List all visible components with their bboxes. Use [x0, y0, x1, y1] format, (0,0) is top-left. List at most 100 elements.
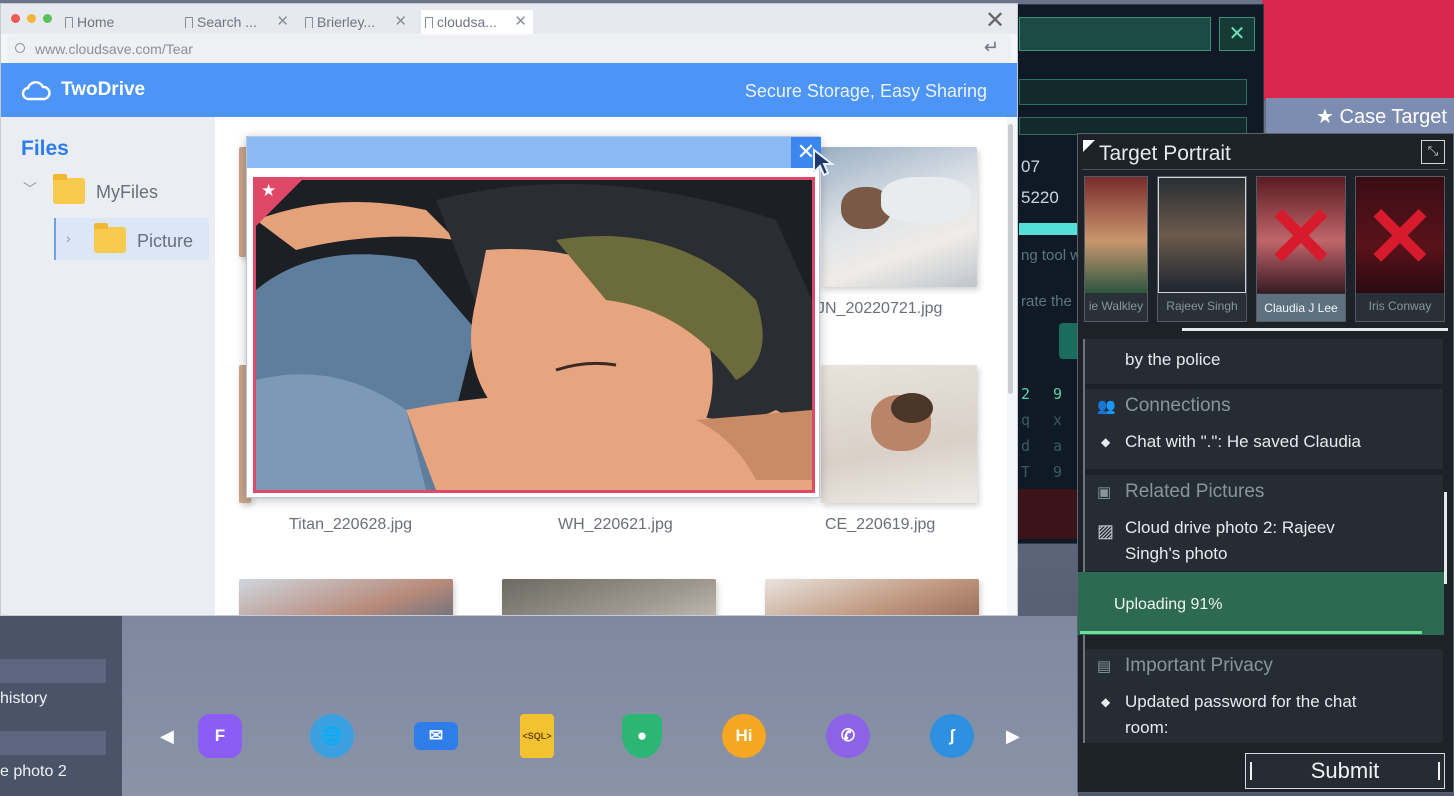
portrait-name: Iris Conway — [1368, 299, 1432, 313]
bullet-icon: ◆ — [1101, 435, 1111, 449]
hacker-input-bar[interactable] — [1019, 17, 1211, 51]
sql-file-icon[interactable]: <SQL> — [520, 714, 554, 758]
tab-cloudsave[interactable]: cloudsa... ✕ — [421, 10, 533, 34]
corner-marker-icon — [1083, 140, 1095, 152]
tab-bar: Home Search ... ✕ Brierley... ✕ cloudsa.… — [1, 4, 1017, 34]
minimize-dot-icon[interactable] — [27, 14, 36, 23]
file-caption[interactable]: JN_20220721.jpg — [817, 300, 942, 318]
enter-icon[interactable]: ↵ — [984, 37, 999, 58]
detail-item[interactable]: Singh's photo — [1125, 541, 1228, 567]
image-thumbnail[interactable] — [765, 579, 979, 615]
close-dot-icon[interactable] — [11, 14, 20, 23]
target-portrait-panel: Target Portrait ⤡ ie Walkley Rajeev Sing… — [1077, 133, 1454, 793]
globe-icon[interactable]: 🌐 — [310, 714, 354, 758]
left-panel-item[interactable]: e photo 2 — [0, 763, 67, 781]
window-close-icon[interactable]: ✕ — [985, 6, 1005, 35]
dock-left-arrow-icon[interactable]: ◀ — [160, 726, 174, 747]
portrait-image — [1085, 177, 1147, 293]
file-caption[interactable]: WH_220621.jpg — [558, 516, 673, 534]
chat-app-icon[interactable]: F — [198, 714, 242, 758]
files-title: Files — [21, 137, 69, 160]
image-thumbnail[interactable] — [821, 365, 977, 503]
upload-status: Uploading 91% — [1078, 572, 1444, 635]
tab-brierley[interactable]: Brierley... ✕ — [305, 10, 413, 34]
list-scrollbar[interactable] — [1444, 492, 1447, 584]
app-brand: TwoDrive — [61, 79, 146, 100]
police-section: by the police — [1085, 339, 1443, 384]
tab-home[interactable]: Home — [65, 10, 173, 34]
address-bar[interactable]: www.cloudsave.com/Tear ↵ — [7, 35, 1011, 63]
image-thumbnail[interactable] — [502, 579, 716, 615]
left-panel: history e photo 2 — [0, 616, 122, 796]
privacy-header: Important Privacy — [1125, 655, 1273, 676]
folder-myfiles[interactable]: MyFiles — [96, 182, 158, 203]
portrait-image — [1158, 177, 1246, 293]
tab-label: Search ... — [197, 14, 257, 30]
maximize-dot-icon[interactable] — [43, 14, 52, 23]
case-target-button[interactable]: ★ Case Target — [1316, 104, 1447, 129]
bookmark-icon — [425, 17, 433, 28]
portrait-card[interactable]: ✕ Claudia J Lee — [1256, 176, 1346, 322]
image-thumbnail[interactable] — [239, 579, 453, 615]
background-panel-pink — [1262, 0, 1454, 100]
hook-icon[interactable]: ʃ — [930, 714, 974, 758]
image-thumbnail[interactable] — [821, 147, 977, 287]
upload-progress-bar — [1080, 631, 1422, 634]
related-pictures-section: ▣ Related Pictures ▨ Cloud drive photo 2… — [1085, 475, 1443, 571]
bookmark-icon — [65, 17, 73, 28]
cloud-icon — [21, 81, 51, 101]
keypad-row: 2 9 — [1021, 385, 1070, 403]
thumbnail-figure — [881, 177, 971, 223]
portrait-scroll-indicator — [1182, 328, 1448, 331]
people-icon: 👥 — [1097, 398, 1116, 415]
photo-icon: ▨ — [1097, 521, 1115, 541]
keypad-row: q x — [1021, 411, 1070, 429]
hacker-close-button[interactable]: ✕ — [1219, 17, 1255, 51]
detail-item[interactable]: room: — [1125, 715, 1168, 741]
image-viewer: ✕ ★ — [246, 136, 821, 498]
bookmark-icon — [185, 17, 193, 28]
file-caption[interactable]: Titan_220628.jpg — [289, 516, 412, 534]
crossed-out-icon: ✕ — [1265, 190, 1337, 284]
image-icon: ▣ — [1097, 484, 1112, 501]
tab-label: Brierley... — [317, 14, 376, 30]
thumbnail-figure — [891, 393, 933, 423]
hacker-text-1: ng tool w — [1021, 247, 1082, 264]
keypad-row: T 9 — [1021, 463, 1070, 481]
chevron-right-icon[interactable]: › — [66, 230, 71, 246]
tab-label: Home — [77, 14, 115, 30]
tab-close-icon[interactable]: ✕ — [514, 10, 527, 34]
tab-label: cloudsa... — [437, 14, 497, 30]
hi-chat-icon[interactable]: Hi — [722, 714, 766, 758]
phone-icon[interactable]: ✆ — [826, 714, 870, 758]
star-icon[interactable]: ★ — [261, 181, 276, 201]
portrait-name: Claudia J Lee — [1257, 294, 1345, 321]
case-target-label: Case Target — [1339, 106, 1447, 128]
portrait-card[interactable]: Rajeev Singh — [1157, 176, 1247, 322]
tab-close-icon[interactable]: ✕ — [394, 10, 407, 34]
tab-close-icon[interactable]: ✕ — [276, 10, 289, 34]
hacker-number-2: 5220 — [1021, 188, 1059, 207]
file-caption[interactable]: CE_220619.jpg — [825, 516, 935, 534]
app-dock: ◀ F 🌐 ✉ <SQL> ● Hi ✆ ʃ ▶ — [122, 616, 1078, 796]
portrait-card[interactable]: ✕ Iris Conway — [1355, 176, 1445, 322]
url-text[interactable]: www.cloudsave.com/Tear — [35, 41, 193, 57]
shield-icon[interactable]: ● — [622, 714, 662, 758]
case-details-list: by the police 👥 Connections ◆ Chat with … — [1083, 339, 1443, 743]
submit-button[interactable]: Submit — [1245, 753, 1445, 789]
left-panel-item[interactable]: history — [0, 690, 47, 708]
star-icon: ★ — [1316, 106, 1334, 128]
dock-right-arrow-icon[interactable]: ▶ — [1006, 726, 1020, 747]
detail-item[interactable]: Cloud drive photo 2: Rajeev — [1125, 515, 1335, 541]
mouse-cursor-icon — [813, 148, 835, 177]
chevron-down-icon[interactable]: ﹀ — [23, 179, 37, 199]
portrait-card[interactable]: ie Walkley — [1084, 176, 1148, 322]
detail-item[interactable]: Updated password for the chat — [1125, 689, 1357, 715]
scrollbar[interactable] — [1008, 124, 1013, 394]
mail-icon[interactable]: ✉ — [414, 722, 458, 750]
folder-picture[interactable]: Picture — [137, 231, 193, 252]
detail-item[interactable]: Chat with ".": He saved Claudia — [1125, 429, 1361, 455]
hacker-field[interactable] — [1019, 79, 1247, 105]
tab-search[interactable]: Search ... ✕ — [185, 10, 295, 34]
collapse-icon[interactable]: ⤡ — [1421, 140, 1445, 164]
